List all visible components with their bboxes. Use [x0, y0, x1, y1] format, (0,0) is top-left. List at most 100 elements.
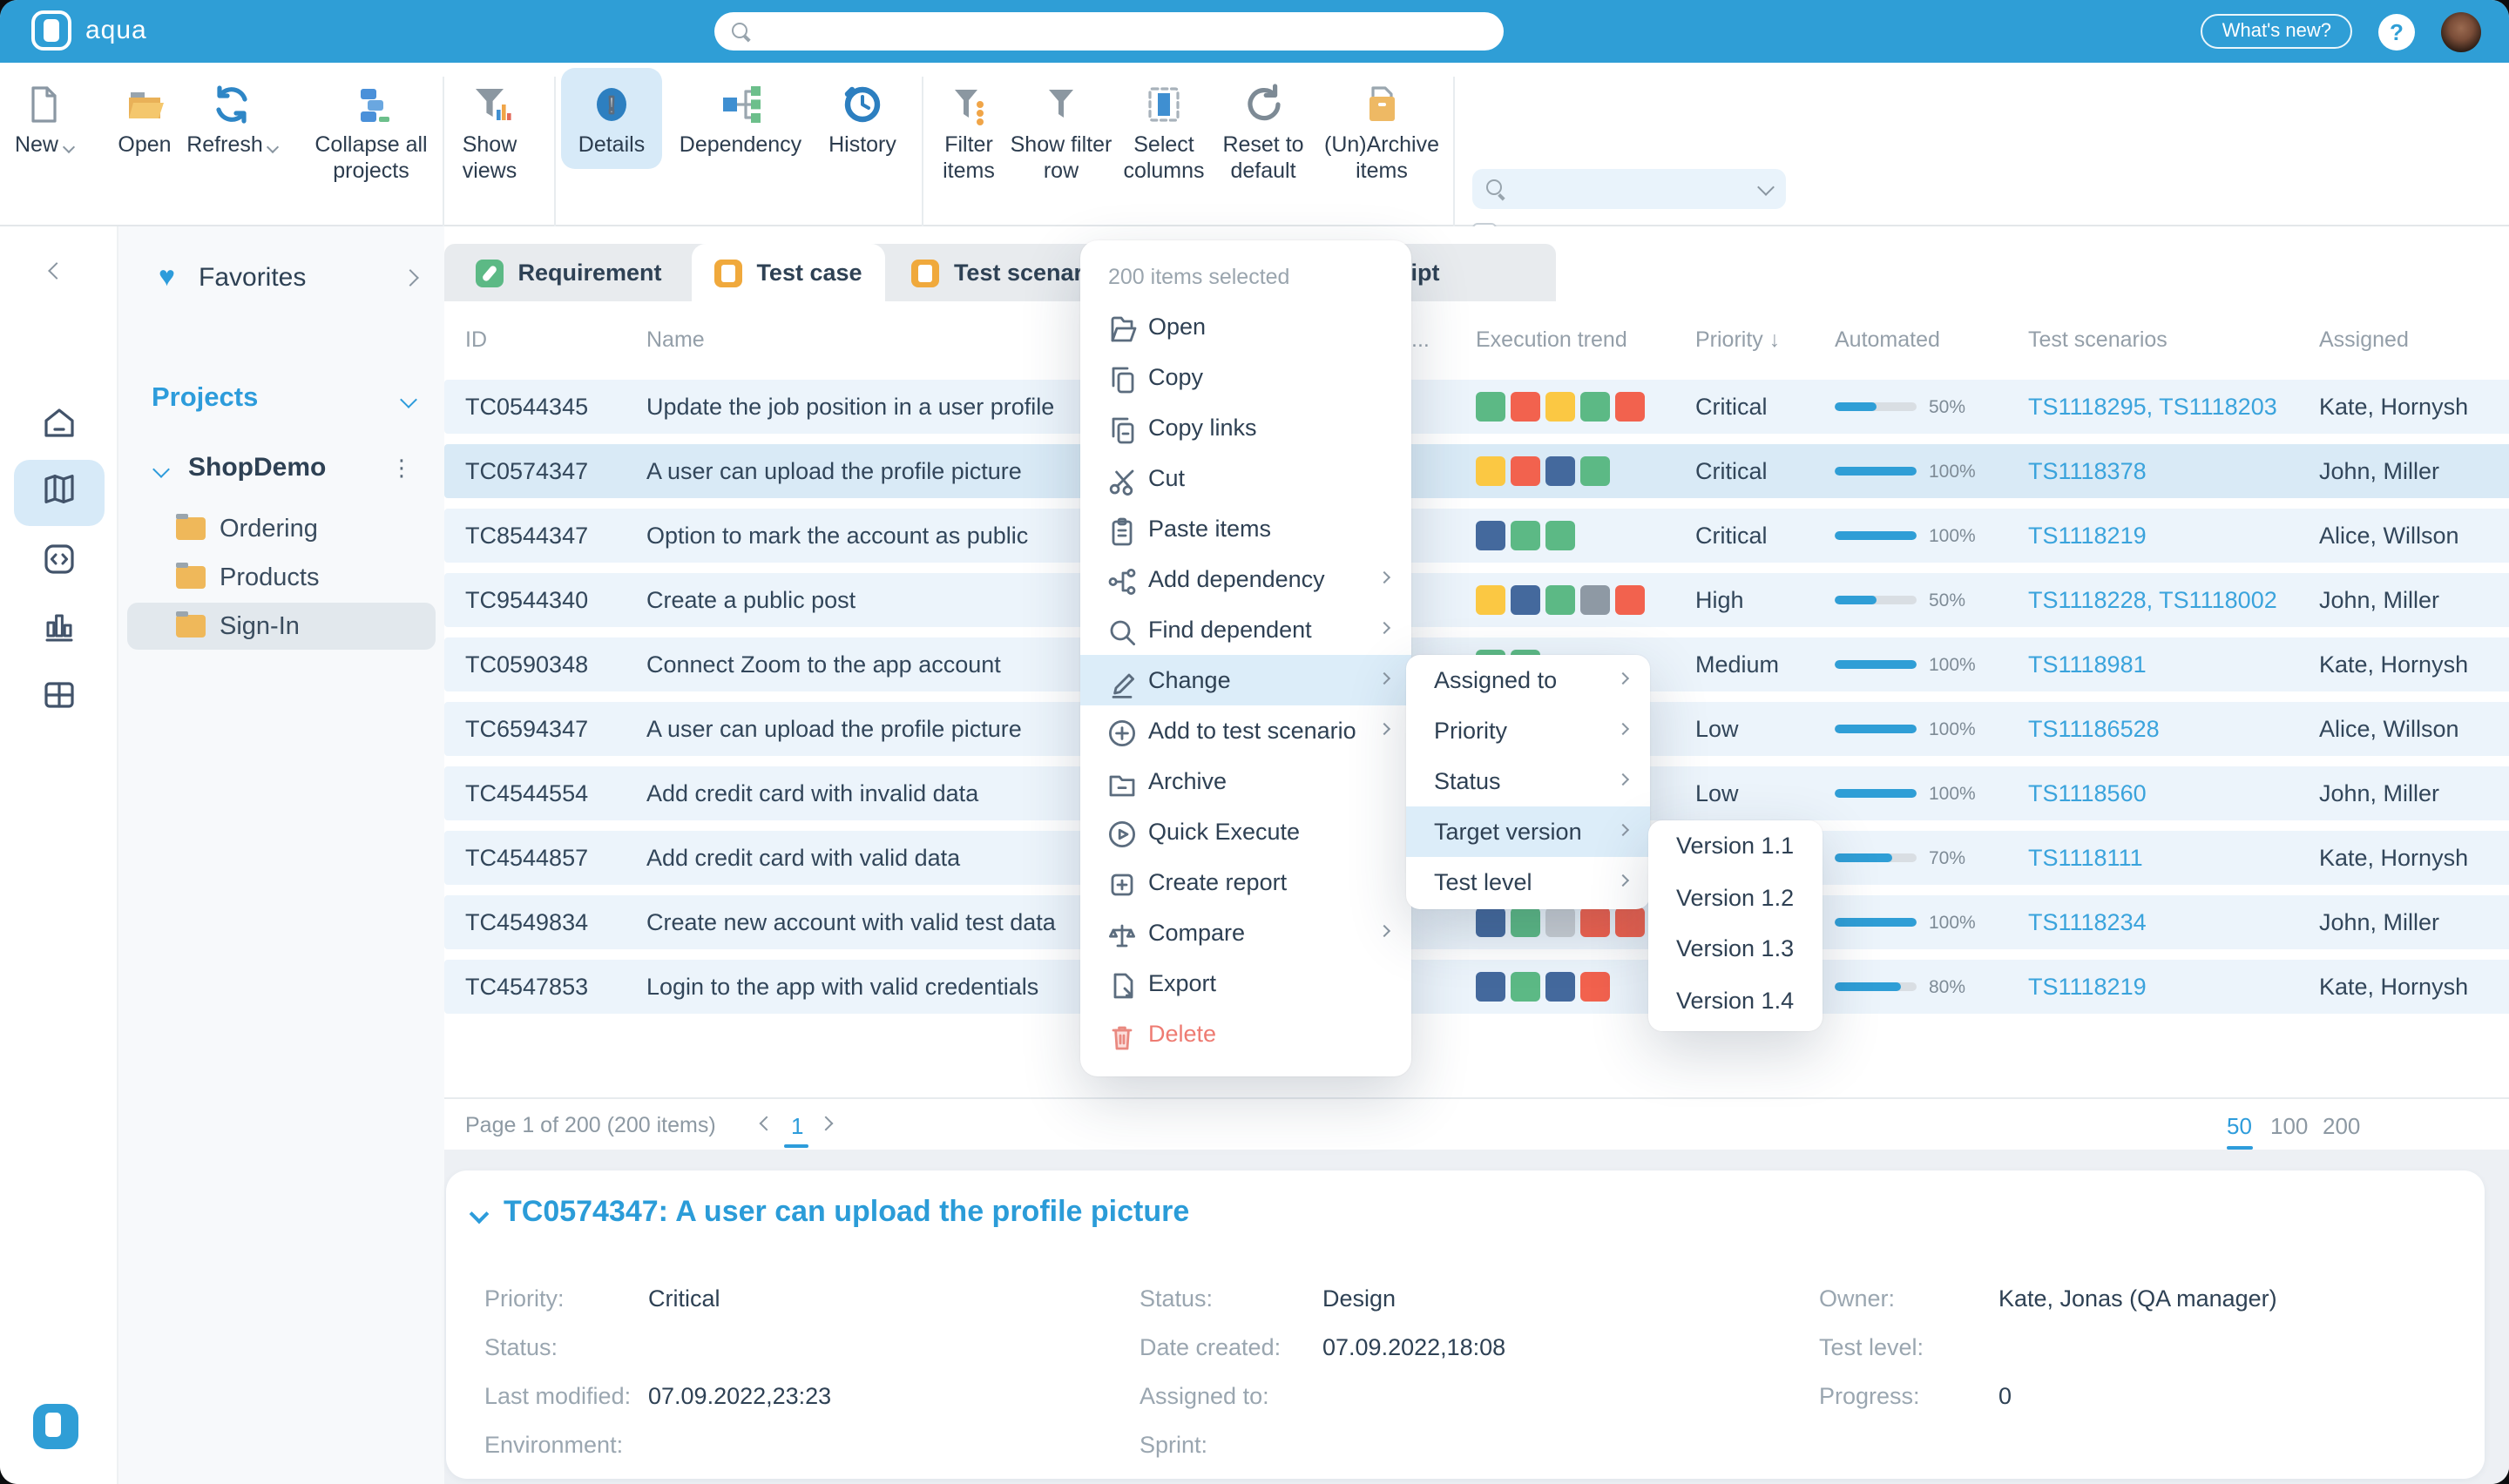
show-filter-row-button[interactable]: Show filter row: [1005, 75, 1117, 184]
column-header-execution-trend[interactable]: Execution trend: [1476, 327, 1627, 352]
tree-folder-ordering[interactable]: Ordering: [127, 505, 436, 552]
collapse-all-projects-button[interactable]: Collapse all projects: [298, 75, 444, 184]
page-size-50[interactable]: 50: [2227, 1113, 2252, 1139]
tab-label: Requirement: [517, 260, 661, 286]
next-page-icon[interactable]: [819, 1116, 834, 1131]
context-menu-item-add-dependency[interactable]: Add dependency: [1080, 554, 1411, 604]
kebab-menu-icon[interactable]: ⋮: [390, 455, 413, 482]
cell-test-scenarios[interactable]: TS1118378: [2028, 458, 2147, 484]
version-submenu-item-version-1-2[interactable]: Version 1.2: [1648, 872, 1823, 923]
version-submenu-item-version-1-1[interactable]: Version 1.1: [1648, 820, 1823, 872]
table-row[interactable]: TC0544345Update the job position in a us…: [444, 380, 2509, 434]
collapse-panel-icon[interactable]: [48, 262, 65, 280]
context-menu-item-compare[interactable]: Compare: [1080, 907, 1411, 958]
cell-test-scenarios[interactable]: TS1118234: [2028, 909, 2147, 935]
table-row[interactable]: TC9544340Create a public postHigh50%TS11…: [444, 573, 2509, 627]
cell-test-scenarios[interactable]: TS1118228, TS1118002: [2028, 587, 2277, 613]
new-button[interactable]: New: [3, 75, 84, 159]
context-menu-item-copy[interactable]: Copy: [1080, 352, 1411, 402]
page-size-200[interactable]: 200: [2323, 1113, 2360, 1139]
history-button[interactable]: History: [815, 75, 910, 159]
context-menu-item-copy-links[interactable]: Copy links: [1080, 402, 1411, 453]
whats-new-button[interactable]: What's new?: [2201, 14, 2352, 49]
favorites-header[interactable]: Favorites: [199, 263, 306, 293]
details-button[interactable]: !Details: [561, 68, 662, 169]
user-avatar[interactable]: [2441, 11, 2481, 51]
dependency-button[interactable]: Dependency: [669, 75, 812, 159]
column-header-automated[interactable]: Automated: [1835, 327, 1940, 352]
global-search-input[interactable]: [714, 12, 1504, 51]
column-header-test-scenarios[interactable]: Test scenarios: [2028, 327, 2167, 352]
table-row[interactable]: TC0574347A user can upload the profile p…: [444, 444, 2509, 498]
refresh-icon: [176, 75, 287, 127]
context-menu-item-find-dependent[interactable]: Find dependent: [1080, 604, 1411, 655]
column-header-priority[interactable]: Priority ↓: [1695, 327, 1780, 352]
tab-requirement[interactable]: Requirement: [458, 244, 680, 301]
detail-title[interactable]: TC0574347: A user can upload the profile…: [504, 1195, 1189, 1230]
cell-test-scenarios[interactable]: TS1118111: [2028, 845, 2143, 871]
projects-header[interactable]: Projects: [152, 383, 420, 422]
cell-test-scenarios[interactable]: TS1118219: [2028, 523, 2147, 549]
sidebar-item-bar-chart[interactable]: [14, 596, 105, 662]
column-header-id[interactable]: ID: [465, 327, 487, 352]
change-submenu-item-test-level[interactable]: Test level: [1406, 857, 1650, 907]
sidebar-item-grid[interactable]: [14, 665, 105, 732]
prev-page-icon[interactable]: [760, 1116, 774, 1131]
version-submenu-item-version-1-3[interactable]: Version 1.3: [1648, 923, 1823, 975]
context-menu-item-paste-items[interactable]: Paste items: [1080, 503, 1411, 554]
sidebar-item-map[interactable]: [14, 460, 105, 526]
chevron-right-icon[interactable]: [402, 269, 419, 287]
change-submenu-item-target-version[interactable]: Target version: [1406, 806, 1650, 857]
tree-node-shopdemo[interactable]: ShopDemo ⋮: [118, 449, 444, 491]
automated-percent: 100%: [1929, 719, 1976, 740]
cell-test-scenarios[interactable]: TS1118295, TS1118203: [2028, 394, 2277, 420]
change-submenu-item-priority[interactable]: Priority: [1406, 705, 1650, 756]
table-row[interactable]: TC8544347Option to mark the account as p…: [444, 509, 2509, 563]
reset-to-default-button[interactable]: Reset to default: [1207, 75, 1319, 184]
collapse-detail-icon[interactable]: [470, 1204, 490, 1224]
cell-test-scenarios[interactable]: TS11186528: [2028, 716, 2160, 742]
select-columns-button[interactable]: Select columns: [1108, 75, 1220, 184]
toolbar-button-label: Details: [561, 132, 662, 159]
show-views-button[interactable]: Show views: [446, 75, 533, 184]
cell-test-scenarios[interactable]: TS1118219: [2028, 974, 2147, 1000]
context-menu-item-export[interactable]: Export: [1080, 958, 1411, 1008]
context-menu-item-change[interactable]: Change: [1080, 655, 1411, 705]
context-menu-item-archive[interactable]: Archive: [1080, 756, 1411, 806]
open-button[interactable]: Open: [106, 75, 183, 159]
context-menu-item-delete[interactable]: Delete: [1080, 1008, 1411, 1059]
context-menu-item-quick-execute[interactable]: Quick Execute: [1080, 806, 1411, 857]
page-size-100[interactable]: 100: [2270, 1113, 2308, 1139]
help-button[interactable]: ?: [2378, 13, 2415, 50]
toolbar-button-label: Open: [106, 132, 183, 159]
cell-assigned: Kate, Hornysh: [2319, 651, 2468, 678]
toolbar-search-input[interactable]: [1472, 169, 1786, 209]
version-submenu-item-version-1-4[interactable]: Version 1.4: [1648, 975, 1823, 1026]
current-page[interactable]: 1: [791, 1113, 803, 1139]
detail-field-label: Owner:: [1819, 1285, 1895, 1312]
change-submenu-item-status[interactable]: Status: [1406, 756, 1650, 806]
context-menu-item-add-to-test-scenario[interactable]: Add to test scenario: [1080, 705, 1411, 756]
context-menu-item-open[interactable]: Open: [1080, 301, 1411, 352]
cell-test-scenarios[interactable]: TS1118560: [2028, 780, 2147, 806]
tab-test-case[interactable]: Test case: [692, 244, 885, 301]
sidebar-item-home[interactable]: [14, 394, 105, 460]
context-menu-item-create-report[interactable]: Create report: [1080, 857, 1411, 907]
table-row[interactable]: TC4547853Login to the app with valid cre…: [444, 960, 2509, 1014]
tree-folder-products[interactable]: Products: [127, 554, 436, 601]
detail-field-label: Assigned to:: [1140, 1383, 1269, 1409]
cell-priority: Low: [1695, 716, 1739, 742]
change-submenu-item-assigned-to[interactable]: Assigned to: [1406, 655, 1650, 705]
context-menu-item-cut[interactable]: Cut: [1080, 453, 1411, 503]
filter-items-button[interactable]: Filter items: [925, 75, 1012, 184]
sidebar-item-code-clock[interactable]: [14, 530, 105, 596]
column-header--[interactable]: ...: [1411, 327, 1430, 352]
-un-archive-items-button[interactable]: (Un)Archive items: [1317, 75, 1446, 184]
cell-test-scenarios[interactable]: TS1118981: [2028, 651, 2147, 678]
refresh-button[interactable]: Refresh: [176, 75, 287, 159]
chevron-down-icon[interactable]: [1757, 178, 1775, 195]
column-header-name[interactable]: Name: [646, 327, 705, 352]
menu-item-label: Copy: [1148, 364, 1203, 390]
column-header-assigned[interactable]: Assigned: [2319, 327, 2409, 352]
tree-folder-sign-in[interactable]: Sign-In: [127, 603, 436, 650]
